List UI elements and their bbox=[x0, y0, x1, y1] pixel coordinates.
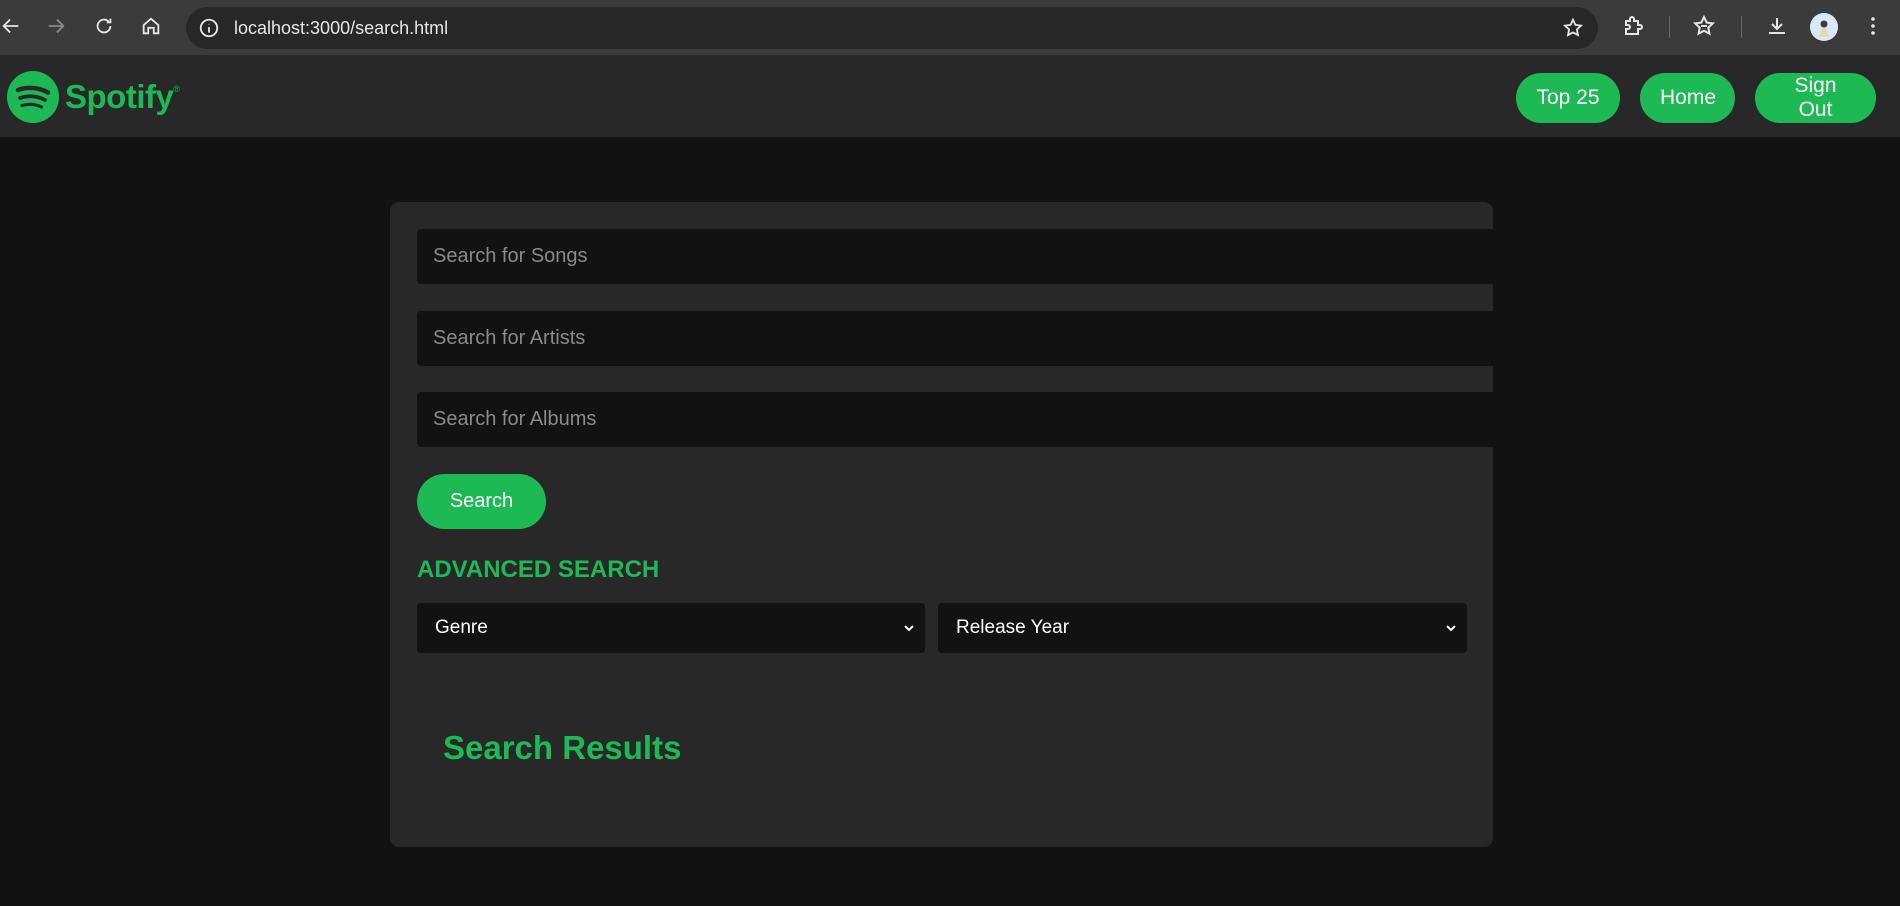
search-button[interactable]: Search bbox=[417, 474, 546, 529]
forward-icon[interactable] bbox=[41, 11, 71, 41]
home-icon[interactable] bbox=[136, 11, 166, 41]
top25-button[interactable]: Top 25 bbox=[1516, 73, 1620, 123]
address-bar[interactable]: localhost:3000/search.html bbox=[186, 7, 1598, 49]
brand-name: Spotify® bbox=[65, 78, 180, 115]
profile-avatar[interactable] bbox=[1810, 13, 1838, 41]
browser-toolbar: localhost:3000/search.html bbox=[0, 0, 1900, 56]
chevron-down-icon bbox=[1446, 625, 1456, 632]
chevron-down-icon bbox=[904, 625, 914, 632]
artist-search-input[interactable] bbox=[417, 311, 1493, 366]
brand-registered-mark: ® bbox=[173, 84, 180, 94]
spotify-logo[interactable]: Spotify® bbox=[7, 71, 180, 123]
toolbar-divider bbox=[1669, 16, 1670, 38]
menu-icon[interactable] bbox=[1860, 13, 1886, 39]
download-icon[interactable] bbox=[1764, 13, 1790, 39]
extensions-icon[interactable] bbox=[1620, 13, 1646, 39]
sign-out-button[interactable]: Sign Out bbox=[1755, 73, 1876, 123]
release-year-select-value: Release Year bbox=[956, 617, 1070, 638]
bookmark-star-icon[interactable] bbox=[1562, 17, 1584, 39]
toolbar-divider bbox=[1741, 16, 1742, 38]
info-icon[interactable] bbox=[198, 17, 220, 39]
app-header: Spotify® Top 25 Home Sign Out bbox=[0, 56, 1900, 137]
spotify-logo-icon bbox=[7, 71, 59, 123]
url-text[interactable]: localhost:3000/search.html bbox=[234, 7, 448, 49]
genre-select-value: Genre bbox=[435, 617, 488, 638]
release-year-select[interactable]: Release Year bbox=[938, 603, 1467, 653]
home-button[interactable]: Home bbox=[1640, 73, 1735, 123]
search-panel: Search ADVANCED SEARCH Genre Release Yea… bbox=[390, 202, 1493, 847]
bookmarks-icon[interactable] bbox=[1691, 13, 1717, 39]
search-results-title: Search Results bbox=[443, 729, 682, 766]
genre-select[interactable]: Genre bbox=[417, 603, 925, 653]
album-search-input[interactable] bbox=[417, 392, 1493, 447]
reload-icon[interactable] bbox=[89, 11, 119, 41]
advanced-search-title: ADVANCED SEARCH bbox=[417, 556, 660, 583]
song-search-input[interactable] bbox=[417, 229, 1493, 284]
back-icon[interactable] bbox=[0, 11, 26, 41]
